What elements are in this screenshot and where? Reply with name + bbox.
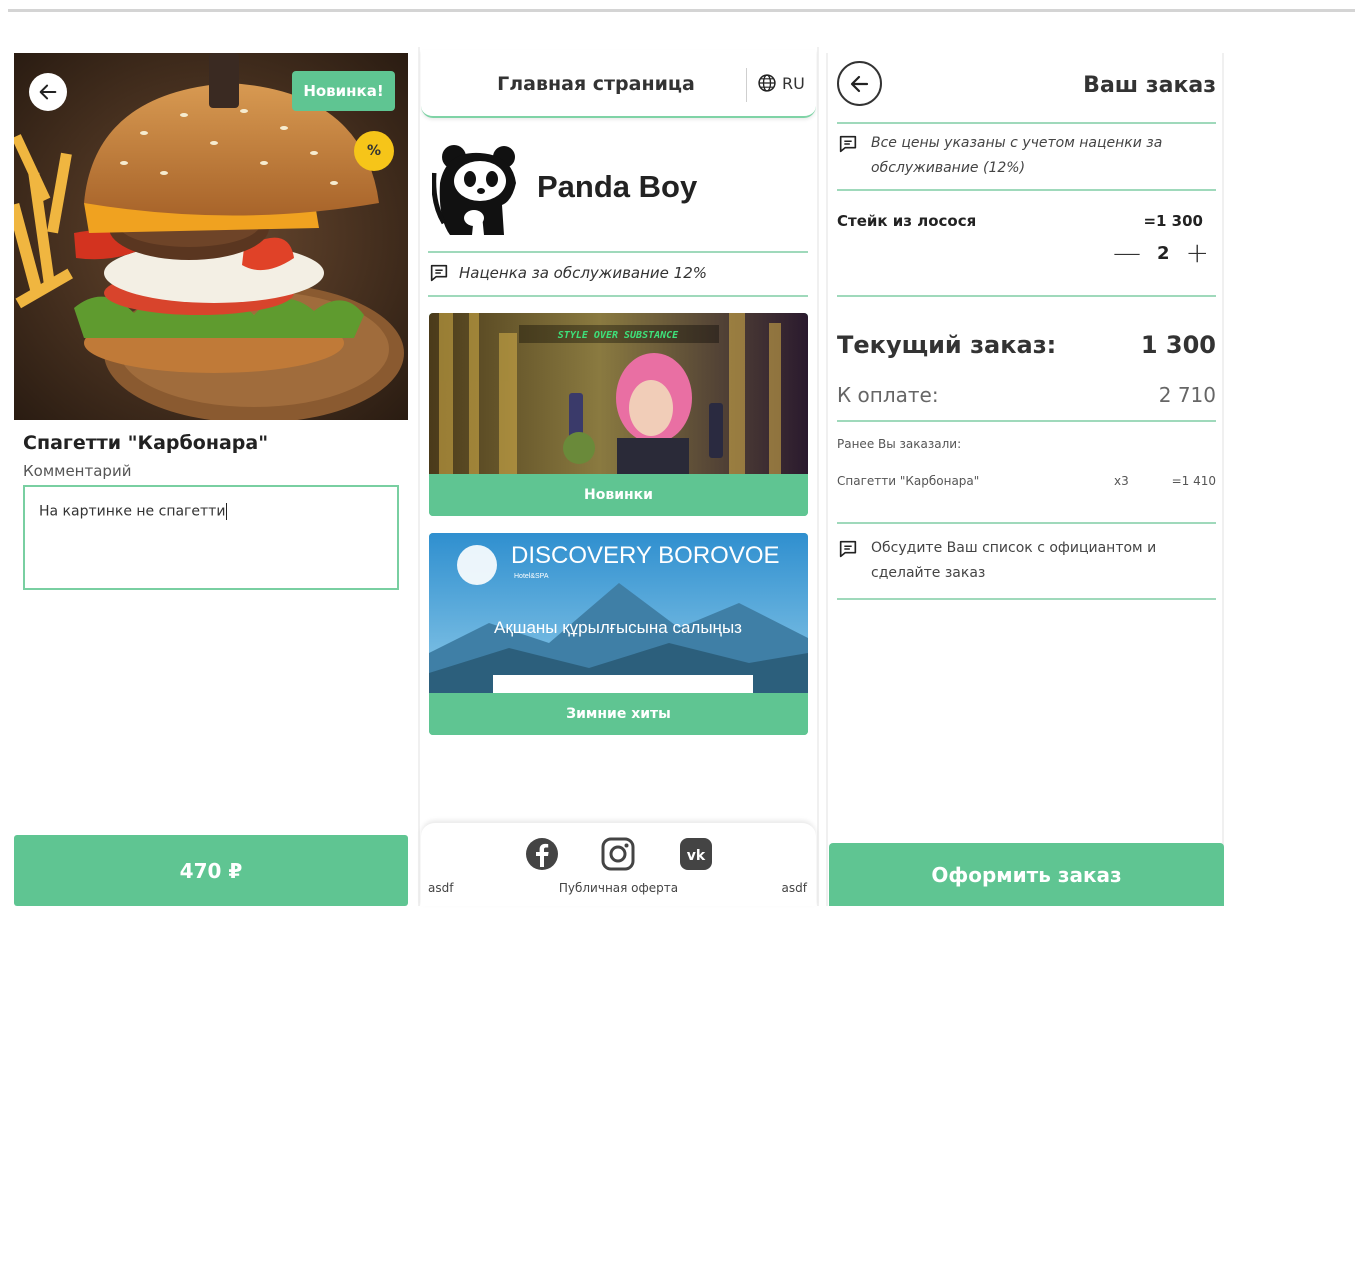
panel-edge — [826, 53, 828, 906]
public-offer-link[interactable]: Публичная оферта — [421, 881, 816, 895]
arrow-left-icon — [39, 84, 57, 100]
panel-edge — [817, 47, 819, 906]
promo-image-title: DISCOVERY BOROVOE — [511, 542, 780, 569]
brand-block: Panda Boy — [428, 139, 808, 254]
order-item-name: Стейк из лосося — [837, 212, 977, 230]
facebook-icon — [526, 838, 558, 870]
promo-image-text: STYLE OVER SUBSTANCE — [558, 330, 679, 341]
header-separator — [746, 68, 747, 102]
divider — [428, 251, 808, 253]
instagram-link[interactable] — [601, 837, 635, 875]
new-badge: Новинка! — [292, 71, 395, 111]
divider — [837, 122, 1216, 124]
promo-image: DISCOVERY BOROVOE Hotel&SPA Ақшаны құрыл… — [429, 533, 808, 693]
price-note-text: Все цены указаны с учетом наценки за обс… — [871, 135, 1163, 176]
instagram-icon — [601, 837, 635, 871]
text-cursor — [226, 503, 228, 520]
checkout-button[interactable]: Оформить заказ — [829, 843, 1224, 906]
to-pay-value: 2 710 — [1158, 383, 1216, 407]
facebook-link[interactable] — [525, 837, 559, 875]
vk-icon: vk — [680, 838, 712, 870]
back-button[interactable] — [837, 61, 882, 106]
promo-image-caption: Ақшаны құрылғысына салыңыз — [494, 618, 742, 637]
comment-text: На картинке не спагетти — [39, 503, 226, 520]
current-order-value: 1 300 — [1140, 331, 1216, 359]
panel-edge — [418, 47, 420, 906]
previous-item-sum: =1 410 — [1171, 474, 1216, 488]
divider — [837, 295, 1216, 297]
divider — [837, 189, 1216, 191]
arrow-left-icon — [850, 75, 868, 92]
divider — [837, 522, 1216, 524]
price-note: Все цены указаны с учетом наценки за обс… — [837, 131, 1207, 181]
to-pay-label: К оплате: — [837, 383, 939, 407]
top-divider — [8, 9, 1355, 12]
dish-title: Спагетти "Карбонара" — [23, 432, 269, 454]
quantity-value: 2 — [1157, 242, 1170, 264]
promo-image: STYLE OVER SUBSTANCE — [429, 313, 808, 474]
brand-name: Panda Boy — [537, 169, 698, 204]
previous-orders-label: Ранее Вы заказали: — [837, 437, 962, 451]
panel-edge — [1222, 53, 1224, 906]
divider — [837, 420, 1216, 422]
waiter-note: Обсудите Ваш список с официантом и сдела… — [837, 536, 1207, 586]
order-screen: Ваш заказ Все цены указаны с учетом наце… — [826, 53, 1225, 906]
promo-label: Зимние хиты — [429, 693, 808, 735]
add-to-order-button[interactable]: 470 ₽ — [14, 835, 408, 906]
home-screen: Главная страница RU Panda Boy Наценка за… — [418, 47, 819, 906]
promo-card-new[interactable]: STYLE OVER SUBSTANCE Новинки — [429, 313, 808, 516]
footer-link-right[interactable]: asdf — [782, 881, 807, 895]
page-title: Главная страница — [497, 73, 695, 95]
promo-card-winter[interactable]: DISCOVERY BOROVOE Hotel&SPA Ақшаны құрыл… — [429, 533, 808, 735]
discount-badge: % — [354, 131, 394, 171]
svg-text:vk: vk — [687, 848, 706, 864]
order-item-price: =1 300 — [1143, 212, 1203, 230]
home-header: Главная страница RU — [421, 50, 816, 118]
language-switcher[interactable]: RU — [757, 73, 805, 93]
globe-icon — [758, 74, 776, 92]
message-icon — [839, 540, 857, 558]
divider — [428, 295, 808, 297]
comment-label: Комментарий — [23, 462, 132, 480]
back-button[interactable] — [29, 73, 67, 111]
previous-item-qty: x3 — [1114, 474, 1129, 488]
decrease-button[interactable]: — — [1113, 239, 1141, 267]
service-charge-note: Наценка за обслуживание 12% — [428, 262, 707, 284]
page-title: Ваш заказ — [1083, 73, 1216, 98]
waiter-note-text: Обсудите Ваш список с официантом и сдела… — [871, 540, 1157, 581]
service-charge-text: Наценка за обслуживание 12% — [459, 264, 707, 282]
divider — [837, 598, 1216, 600]
current-order-label: Текущий заказ: — [837, 331, 1057, 359]
message-icon — [839, 135, 857, 153]
promo-label: Новинки — [429, 474, 808, 516]
language-label: RU — [782, 73, 805, 93]
panda-logo-icon — [432, 145, 516, 235]
dish-detail-screen: Новинка! % Спагетти "Карбонара" Коммента… — [14, 53, 408, 906]
promo-image-subtitle: Hotel&SPA — [514, 573, 549, 580]
vk-link[interactable]: vk — [679, 837, 713, 875]
increase-button[interactable]: + — [1186, 239, 1209, 267]
quantity-stepper: — 2 + — [1113, 239, 1209, 267]
previous-item-name: Спагетти "Карбонара" — [837, 474, 980, 488]
comment-input[interactable]: На картинке не спагетти — [23, 485, 399, 590]
message-icon — [430, 264, 448, 282]
footer: vk asdf Публичная оферта asdf — [421, 822, 816, 906]
